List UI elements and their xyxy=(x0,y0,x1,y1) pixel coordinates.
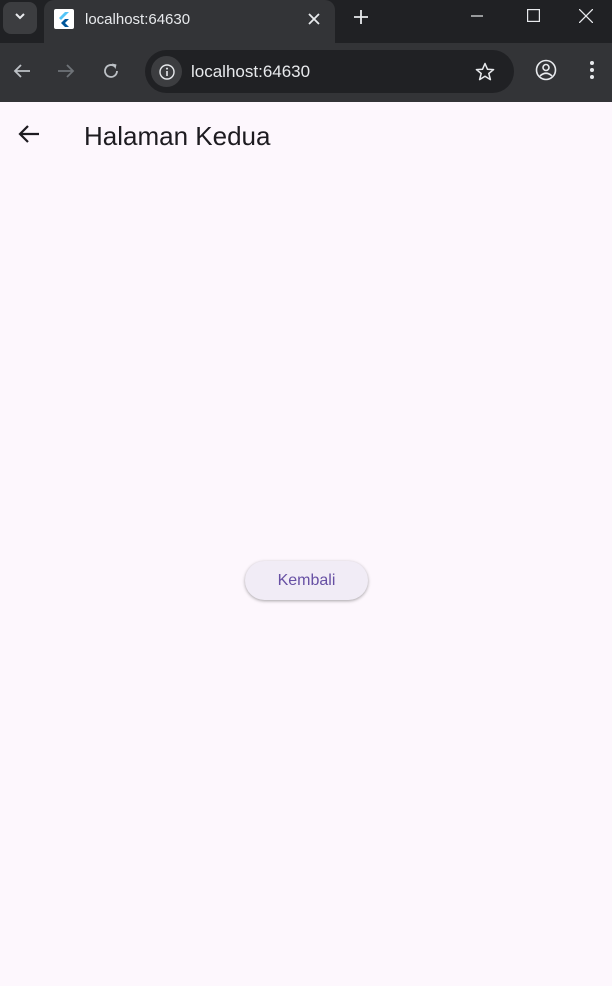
new-tab-button[interactable] xyxy=(348,6,374,32)
maximize-icon xyxy=(526,9,540,27)
minimize-icon xyxy=(471,9,483,27)
browser-forward-button[interactable] xyxy=(51,58,81,88)
minimize-button[interactable] xyxy=(449,0,505,36)
close-window-button[interactable] xyxy=(560,0,612,36)
close-icon xyxy=(578,8,594,28)
arrow-left-icon xyxy=(13,62,31,85)
address-bar[interactable]: localhost:64630 xyxy=(145,50,514,93)
chevron-down-icon xyxy=(13,9,27,28)
kembali-button[interactable]: Kembali xyxy=(245,561,368,600)
site-info-icon[interactable] xyxy=(151,56,182,87)
plus-icon xyxy=(354,9,368,29)
browser-tabstrip: localhost:64630 xyxy=(0,0,612,43)
browser-toolbar: localhost:64630 xyxy=(0,43,612,102)
browser-tab[interactable]: localhost:64630 xyxy=(44,0,335,43)
browser-back-button[interactable] xyxy=(7,58,37,88)
tab-search-button[interactable] xyxy=(3,2,37,34)
maximize-button[interactable] xyxy=(505,0,561,36)
arrow-right-icon xyxy=(57,62,75,85)
reload-button[interactable] xyxy=(96,58,126,88)
more-vert-icon xyxy=(589,60,595,85)
account-circle-icon xyxy=(535,59,557,86)
tab-title: localhost:64630 xyxy=(85,11,191,28)
profile-button[interactable] xyxy=(531,57,561,87)
bookmark-star-icon[interactable] xyxy=(472,59,498,85)
url-text[interactable]: localhost:64630 xyxy=(191,62,310,82)
app-bar: Halaman Kedua xyxy=(0,102,612,170)
flutter-favicon-icon xyxy=(54,9,74,29)
reload-icon xyxy=(102,62,120,85)
arrow-back-icon xyxy=(18,124,40,149)
close-tab-icon[interactable] xyxy=(303,8,325,30)
page-title: Halaman Kedua xyxy=(84,121,271,151)
back-button[interactable] xyxy=(10,117,48,155)
browser-menu-button[interactable] xyxy=(577,57,607,87)
